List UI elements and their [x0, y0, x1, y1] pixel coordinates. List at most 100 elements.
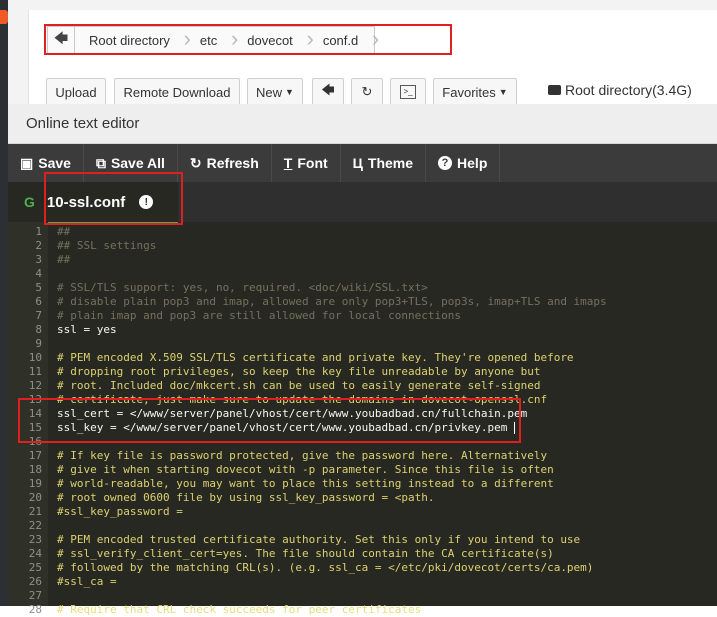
line-number: 14 [28, 407, 42, 420]
code-line[interactable]: 9 [8, 337, 717, 351]
terminal-button[interactable]: >_ [390, 78, 426, 106]
code-line[interactable]: 27 [8, 589, 717, 603]
refresh-icon: ↻ [361, 84, 373, 99]
breadcrumb-item-etc[interactable]: etc › [186, 27, 238, 53]
line-number: 16 [28, 435, 42, 448]
code-line[interactable]: 19 # world-readable, you may want to plac… [8, 477, 717, 491]
line-number: 5 [35, 281, 42, 294]
code-area[interactable]: 1 ## 2 ## SSL settings 3 ## 4 5 # SSL/TLS suppor… [8, 222, 717, 616]
code-line[interactable]: 21 #ssl_key_password = [8, 505, 717, 519]
code-line[interactable]: 16 [8, 435, 717, 449]
disk-usage[interactable]: Root directory(3.4G) [548, 82, 692, 98]
theme-button[interactable]: Ц Theme [341, 144, 427, 182]
left-sidebar [0, 0, 8, 606]
code-line[interactable]: 26 #ssl_ca = [8, 575, 717, 589]
code-line[interactable]: 10 # PEM encoded X.509 SSL/TLS certificat… [8, 351, 717, 365]
line-text: # dropping root privileges, so keep the … [57, 365, 541, 378]
breadcrumb-item-confd[interactable]: conf.d › [309, 27, 379, 53]
refresh-icon: ↻ [189, 154, 202, 171]
hard-drive-icon [548, 85, 561, 95]
tab-10-ssl-conf[interactable]: G 10-ssl.conf ! [8, 182, 178, 224]
code-line[interactable]: 7 # plain imap and pop3 are still allowed… [8, 309, 717, 323]
line-text: # PEM encoded trusted certificate author… [57, 533, 581, 546]
code-line[interactable]: 20 # root owned 0600 file by using ssl_ke… [8, 491, 717, 505]
line-number: 21 [28, 505, 42, 518]
refresh-button[interactable]: ↻ [351, 78, 383, 106]
line-text: ## [57, 253, 71, 266]
breadcrumb: 🡄 Root directory › etc › dovecot › conf.d › [47, 26, 379, 54]
line-number: 20 [28, 491, 42, 504]
help-icon: ? [438, 156, 453, 170]
code-line[interactable]: 25 # followed by the matching CRL(s). (e.… [8, 561, 717, 575]
line-text: # PEM encoded X.509 SSL/TLS certificate … [57, 351, 574, 364]
breadcrumb-item-root[interactable]: Root directory › [75, 27, 191, 53]
code-line[interactable]: 6 # disable plain pop3 and imap, allowed … [8, 295, 717, 309]
code-line[interactable]: 5 # SSL/TLS support: yes, no, required. <… [8, 281, 717, 295]
code-line[interactable]: 11 # dropping root privileges, so keep th… [8, 365, 717, 379]
back-arrow-icon[interactable]: 🡄 [48, 27, 75, 53]
save-all-button[interactable]: ⧉ Save All [84, 144, 178, 182]
line-number: 8 [35, 323, 42, 336]
code-line[interactable]: 12 # root. Included doc/mkcert.sh can be … [8, 379, 717, 393]
line-text: # root owned 0600 file by using ssl_key_… [57, 491, 435, 504]
line-number: 24 [28, 547, 42, 560]
line-text: # plain imap and pop3 are still allowed … [57, 309, 461, 322]
line-number: 6 [35, 295, 42, 308]
code-line[interactable]: 4 [8, 267, 717, 281]
help-button[interactable]: ? Help [426, 144, 501, 182]
caret-down-icon: ▼ [285, 87, 294, 97]
code-line[interactable]: 22 [8, 519, 717, 533]
save-button[interactable]: ▣ Save [8, 144, 84, 182]
line-number: 13 [28, 393, 42, 406]
info-icon[interactable]: ! [139, 195, 154, 209]
notification-badge[interactable] [0, 10, 8, 24]
code-line[interactable]: 14 ssl_cert = </www/server/panel/vhost/ce… [8, 407, 717, 421]
tab-filename: 10-ssl.conf [46, 193, 126, 211]
upload-button[interactable]: Upload [46, 78, 106, 106]
favorites-button[interactable]: Favorites ▼ [433, 78, 517, 106]
editor-menu: ▣ Save ⧉ Save All ↻ Refresh T Font Ц Theme ? H… [8, 144, 717, 182]
line-text: ssl_cert = </www/server/panel/vhost/cert… [57, 407, 528, 420]
line-number: 27 [28, 589, 42, 602]
code-line[interactable]: 1 ## [8, 225, 717, 239]
code-line[interactable]: 28 # Require that CRL check succeeds for … [8, 603, 717, 617]
new-button[interactable]: New ▼ [247, 78, 303, 106]
code-line[interactable]: 18 # give it when starting dovecot with -… [8, 463, 717, 477]
line-number: 22 [28, 519, 42, 532]
line-text: #ssl_key_password = [57, 505, 183, 518]
code-line[interactable]: 13 # certificate, just make sure to updat… [8, 393, 717, 407]
code-line[interactable]: 15 ssl_key = </www/server/panel/vhost/cer… [8, 421, 717, 435]
line-number: 11 [28, 365, 42, 378]
editor-tab-bar: G 10-ssl.conf ! [8, 182, 717, 224]
breadcrumb-item-dovecot[interactable]: dovecot › [233, 27, 314, 53]
code-line[interactable]: 3 ## [8, 253, 717, 267]
save-all-icon: ⧉ [95, 154, 106, 171]
code-line[interactable]: 24 # ssl_verify_client_cert=yes. The file… [8, 547, 717, 561]
save-icon: ▣ [20, 154, 34, 171]
theme-icon: Ц [352, 155, 363, 171]
line-text: # If key file is password protected, giv… [57, 449, 548, 462]
online-editor-window: Online text editor ▣ Save ⧉ Save All ↻ Refr… [8, 104, 717, 616]
code-line[interactable]: 23 # PEM encoded trusted certificate auth… [8, 533, 717, 547]
line-number: 9 [35, 337, 42, 350]
code-line[interactable]: 8 ssl = yes [8, 323, 717, 337]
code-line[interactable]: 17 # If key file is password protected, g… [8, 449, 717, 463]
refresh-button[interactable]: ↻ Refresh [178, 144, 272, 182]
font-button[interactable]: T Font [272, 144, 341, 182]
line-text: ## [57, 225, 71, 238]
line-number: 17 [28, 449, 42, 462]
editor-title: Online text editor [8, 104, 717, 144]
line-number: 25 [28, 561, 42, 574]
remote-download-button[interactable]: Remote Download [114, 78, 240, 106]
line-number: 18 [28, 463, 42, 476]
line-number: 1 [35, 225, 42, 238]
line-number: 28 [28, 603, 42, 616]
line-text: # followed by the matching CRL(s). (e.g.… [57, 561, 594, 574]
line-text: ssl = yes [57, 323, 117, 336]
line-text: ssl_key = </www/server/panel/vhost/cert/… [57, 421, 508, 434]
line-text: # give it when starting dovecot with -p … [57, 463, 554, 476]
back-button[interactable]: 🡄 [312, 78, 344, 106]
code-line[interactable]: 2 ## SSL settings [8, 239, 717, 253]
line-number: 12 [28, 379, 42, 392]
line-text: # Require that CRL check succeeds for pe… [57, 603, 422, 616]
